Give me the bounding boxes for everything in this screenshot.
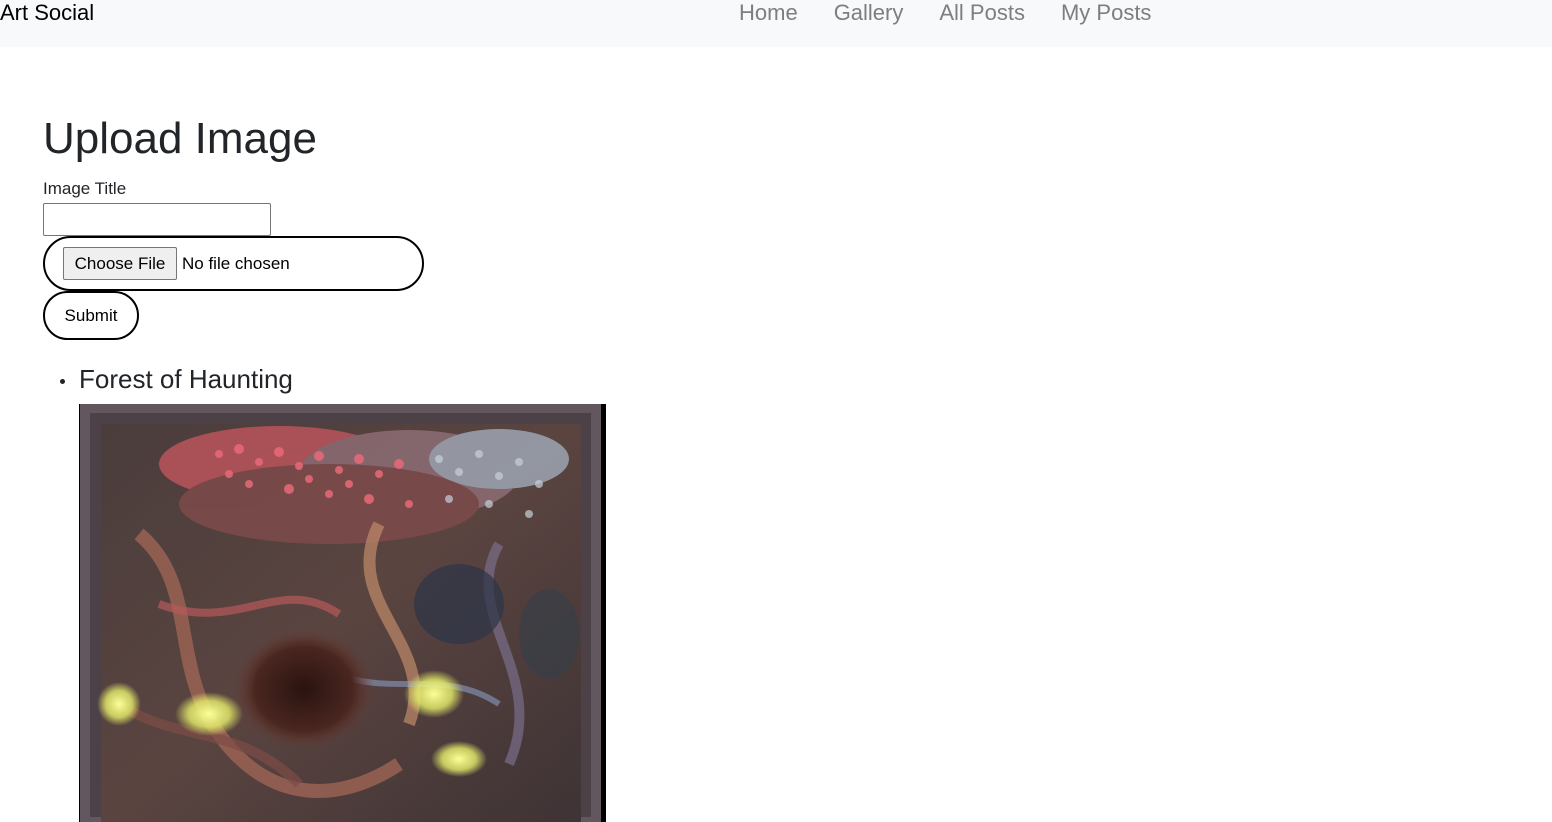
brand-link[interactable]: Art Social [0,0,94,27]
nav-link-my-posts[interactable]: My Posts [1061,0,1151,27]
painting-image [79,404,606,822]
navbar: Art Social Home Gallery All Posts My Pos… [0,0,1552,47]
post-image [79,404,606,822]
list-bullet [60,379,65,384]
page-title: Upload Image [43,114,317,163]
post-title: Forest of Haunting [79,364,293,394]
nav-links: Home Gallery All Posts My Posts [739,0,1151,27]
file-status-text: No file chosen [182,254,290,273]
image-title-input[interactable] [43,203,271,236]
image-title-label: Image Title [43,179,127,198]
nav-link-home[interactable]: Home [739,0,798,27]
nav-link-all-posts[interactable]: All Posts [939,0,1025,27]
file-input-wrapper: Choose File No file chosen [43,236,424,291]
nav-link-gallery[interactable]: Gallery [834,0,904,27]
choose-file-button[interactable]: Choose File [63,247,177,280]
submit-button[interactable]: Submit [43,291,139,340]
